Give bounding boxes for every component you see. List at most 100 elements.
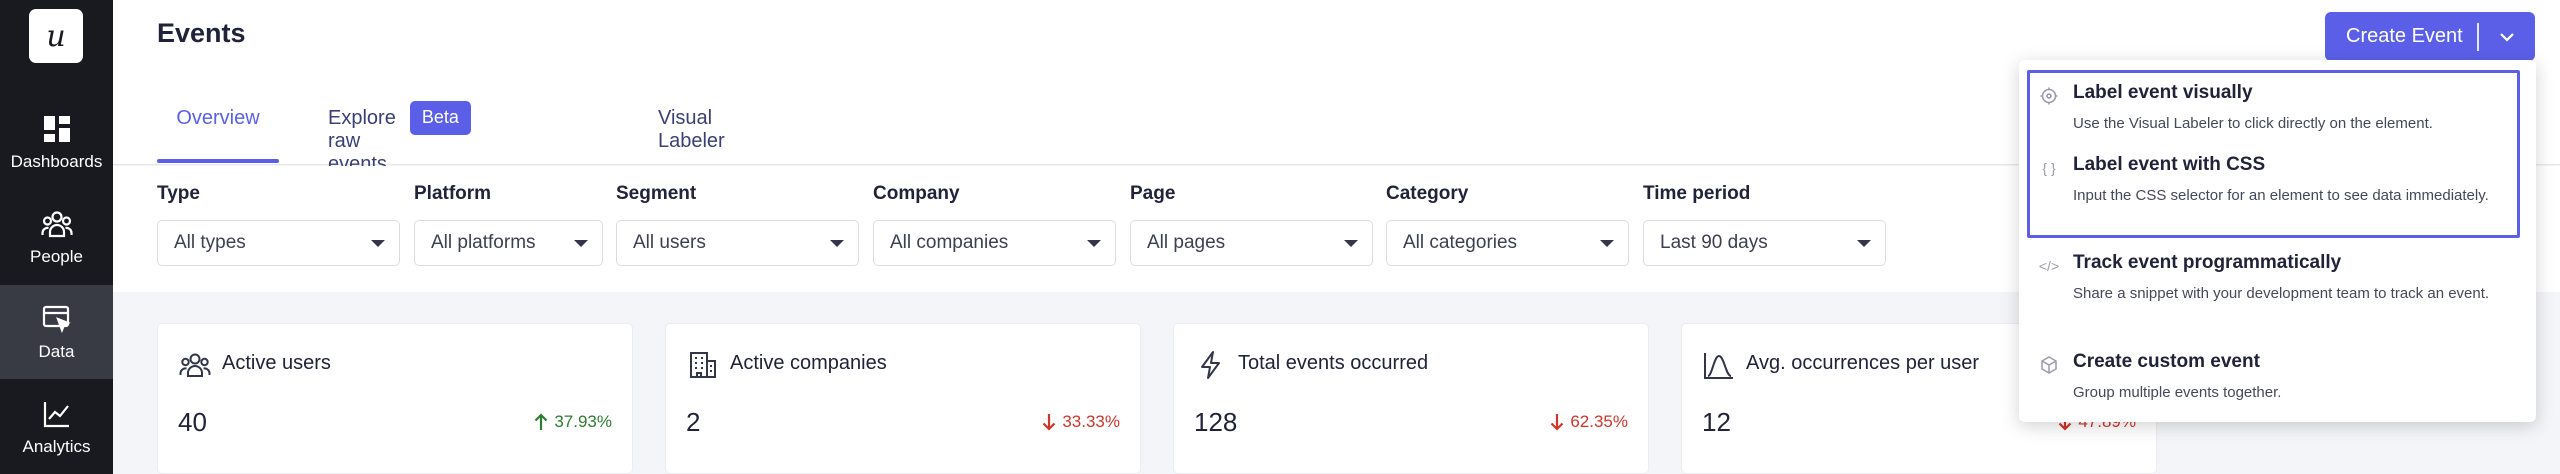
building-icon [686, 348, 720, 382]
filter-time-period-select[interactable]: Last 90 days [1643, 220, 1886, 266]
beta-badge: Beta [409, 101, 471, 135]
caret-down-icon [1087, 239, 1101, 247]
logo-letter: u [46, 18, 66, 54]
app-logo[interactable]: u [29, 9, 83, 63]
filter-label: Company [873, 183, 960, 204]
metric-change-value: 37.93% [554, 412, 612, 431]
metric-title: Active companies [730, 352, 887, 374]
menu-item-custom-event[interactable]: Create custom event Group multiple event… [2019, 351, 2536, 411]
sidebar-item-people[interactable]: People [0, 190, 113, 284]
filter-label: Platform [414, 183, 492, 204]
metric-change: 33.33% [1042, 412, 1120, 432]
menu-item-label-visually[interactable]: Label event visually Use the Visual Labe… [2019, 82, 2536, 142]
chevron-down-icon[interactable] [2479, 32, 2535, 42]
filter-label: Type [157, 183, 200, 204]
filter-page: Page All pages [1130, 183, 1373, 266]
filter-value: All types [174, 232, 246, 253]
dashboards-icon [40, 112, 74, 146]
analytics-icon [40, 397, 74, 431]
page-title: Events [157, 18, 246, 48]
data-icon [40, 302, 74, 336]
filter-label: Segment [616, 183, 697, 204]
sidebar-item-label: Analytics [22, 437, 91, 456]
filter-type-select[interactable]: All types [157, 220, 400, 266]
filter-segment: Segment All users [616, 183, 859, 266]
sidebar-item-dashboards[interactable]: Dashboards [0, 95, 113, 189]
filter-segment-select[interactable]: All users [616, 220, 859, 266]
create-event-button[interactable]: Create Event [2325, 12, 2535, 61]
caret-down-icon [1600, 239, 1614, 247]
arrow-up-icon [535, 413, 548, 430]
braces-icon: { } [2042, 160, 2056, 176]
metric-card-active-users: Active users 40 37.93% [157, 323, 633, 474]
caret-down-icon [1344, 239, 1358, 247]
sidebar-item-analytics[interactable]: Analytics [0, 380, 113, 474]
menu-item-title: Track event programmatically [2073, 252, 2342, 273]
metric-card-active-companies: Active companies 2 33.33% [665, 323, 1141, 474]
filter-type: Type All types [157, 183, 400, 266]
filter-label: Category [1386, 183, 1469, 204]
create-event-menu: Label event visually Use the Visual Labe… [2019, 60, 2536, 422]
metric-title: Active users [222, 352, 331, 374]
menu-item-description: Group multiple events together. [2073, 384, 2282, 401]
caret-down-icon [830, 239, 844, 247]
cube-icon [2039, 355, 2059, 375]
tab-explore-raw-events[interactable]: Explore raw events Beta [328, 100, 471, 175]
metric-value: 40 [178, 407, 207, 437]
arrow-down-icon [1551, 414, 1564, 431]
people-icon [40, 207, 74, 241]
filter-company: Company All companies [873, 183, 1116, 266]
filter-platform: Platform All platforms [414, 183, 603, 266]
menu-item-track-programmatically[interactable]: </> Track event programmatically Share a… [2019, 252, 2536, 334]
filter-value: All users [633, 232, 706, 253]
sidebar-item-label: Data [38, 342, 75, 361]
curve-icon [1702, 348, 1736, 382]
metric-change: 62.35% [1550, 412, 1628, 432]
sidebar-item-label: Dashboards [10, 152, 103, 171]
metric-value: 128 [1194, 407, 1238, 437]
sidebar-item-data[interactable]: Data [0, 285, 113, 379]
filter-category: Category All categories [1386, 183, 1629, 266]
target-icon [2039, 86, 2059, 106]
menu-item-title: Label event visually [2073, 82, 2253, 103]
filter-value: All platforms [431, 232, 536, 253]
menu-item-label-css[interactable]: { } Label event with CSS Input the CSS s… [2019, 154, 2536, 234]
filter-category-select[interactable]: All categories [1386, 220, 1629, 266]
filter-page-select[interactable]: All pages [1130, 220, 1373, 266]
menu-item-description: Share a snippet with your development te… [2073, 285, 2490, 302]
filter-label: Time period [1643, 183, 1751, 204]
filter-value: All categories [1403, 232, 1518, 253]
create-event-label: Create Event [2346, 25, 2463, 47]
metric-change: 37.93% [534, 412, 612, 432]
tab-label: Visual Labeler [658, 107, 725, 152]
filter-value: All pages [1147, 232, 1226, 253]
users-icon [178, 348, 212, 382]
tab-label: Overview [176, 107, 260, 129]
arrow-down-icon [1043, 414, 1056, 431]
tab-overview[interactable]: Overview [157, 100, 279, 164]
metric-change-value: 62.35% [1570, 412, 1628, 431]
filter-value: Last 90 days [1660, 232, 1768, 253]
menu-item-title: Label event with CSS [2073, 154, 2266, 175]
filter-time-period: Time period Last 90 days [1643, 183, 1886, 266]
caret-down-icon [371, 239, 385, 247]
metric-title: Avg. occurrences per user [1746, 352, 1980, 374]
menu-item-description: Use the Visual Labeler to click directly… [2073, 115, 2433, 132]
tab-visual-labeler[interactable]: Visual Labeler [658, 100, 725, 164]
active-tab-indicator [157, 159, 279, 163]
menu-item-title: Create custom event [2073, 351, 2260, 372]
filter-platform-select[interactable]: All platforms [414, 220, 603, 266]
metric-change-value: 33.33% [1062, 412, 1120, 431]
sidebar: u Dashboards People Data Analytics [0, 0, 113, 474]
lightning-icon [1194, 348, 1228, 382]
filter-value: All companies [890, 232, 1009, 253]
caret-down-icon [1857, 239, 1871, 247]
caret-down-icon [574, 239, 588, 247]
metric-title: Total events occurred [1238, 352, 1429, 374]
metric-card-total-events: Total events occurred 128 62.35% [1173, 323, 1649, 474]
menu-item-description: Input the CSS selector for an element to… [2073, 187, 2489, 204]
metric-value: 2 [686, 407, 701, 437]
sidebar-item-label: People [30, 247, 83, 266]
filter-label: Page [1130, 183, 1176, 204]
filter-company-select[interactable]: All companies [873, 220, 1116, 266]
